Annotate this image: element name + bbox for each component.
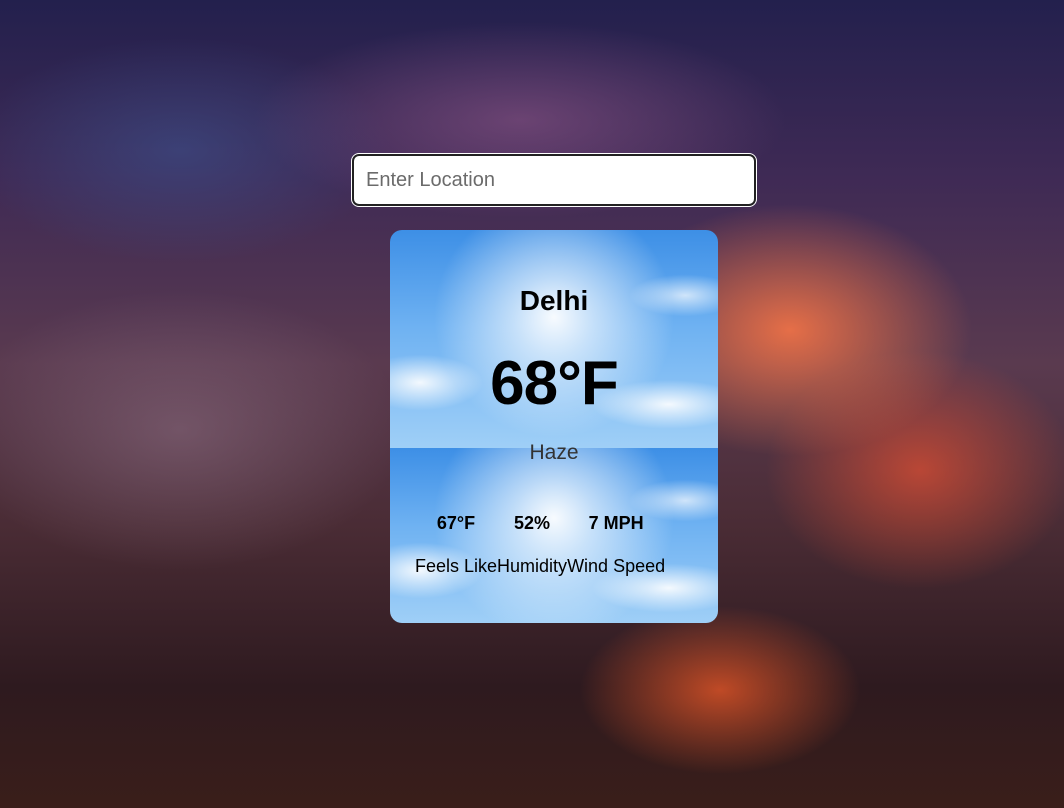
search-container bbox=[351, 153, 757, 207]
humidity-value: 52% bbox=[514, 513, 551, 533]
weather-stats: 67°F Feels Like 52% Humidity 7 MPH Wind … bbox=[415, 512, 665, 576]
feels-like-label: Feels Like bbox=[415, 556, 498, 576]
city-name: Delhi bbox=[519, 285, 589, 316]
wind-speed-value: 7 MPH bbox=[588, 513, 644, 533]
weather-card: Delhi 68°F Haze 67°F Feels Like 52% Humi… bbox=[390, 230, 718, 623]
weather-condition: Haze bbox=[529, 441, 579, 464]
feels-like-value: 67°F bbox=[436, 513, 476, 533]
humidity-label: Humidity bbox=[497, 556, 568, 576]
current-temperature: 68°F bbox=[490, 349, 619, 418]
wind-speed-label: Wind Speed bbox=[567, 556, 666, 576]
stat-feels-like: 67°F Feels Like bbox=[415, 512, 497, 576]
location-search-input[interactable] bbox=[351, 153, 757, 207]
stat-humidity: 52% Humidity bbox=[497, 512, 567, 576]
stat-wind-speed: 7 MPH Wind Speed bbox=[567, 512, 665, 576]
